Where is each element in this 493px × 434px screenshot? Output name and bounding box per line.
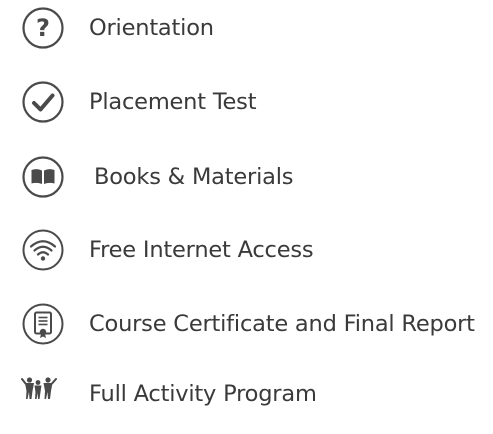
- feature-item-books-materials: Books & Materials: [0, 156, 493, 217]
- feature-item-placement-test: Placement Test: [0, 81, 493, 142]
- wifi-icon: [19, 226, 67, 274]
- question-icon: ?: [19, 4, 67, 52]
- feature-list: ? Orientation Placement Test Books & Mat…: [0, 0, 493, 417]
- feature-label-full-activity: Full Activity Program: [89, 381, 317, 407]
- feature-label-orientation: Orientation: [89, 15, 214, 41]
- feature-label-course-certificate: Course Certificate and Final Report: [89, 311, 475, 337]
- feature-item-full-activity: Full Activity Program: [0, 374, 493, 434]
- certificate-icon: [19, 300, 67, 348]
- feature-label-books-materials: Books & Materials: [94, 164, 294, 190]
- feature-item-orientation: ? Orientation: [0, 7, 493, 68]
- checkmark-icon: [19, 78, 67, 126]
- feature-label-placement-test: Placement Test: [89, 89, 257, 115]
- svg-text:?: ?: [36, 14, 50, 42]
- book-icon: [19, 153, 67, 201]
- feature-item-course-certificate: Course Certificate and Final Report: [0, 303, 493, 364]
- feature-label-free-internet: Free Internet Access: [89, 237, 314, 263]
- group-activity-icon: [19, 366, 67, 414]
- feature-item-free-internet: Free Internet Access: [0, 229, 493, 290]
